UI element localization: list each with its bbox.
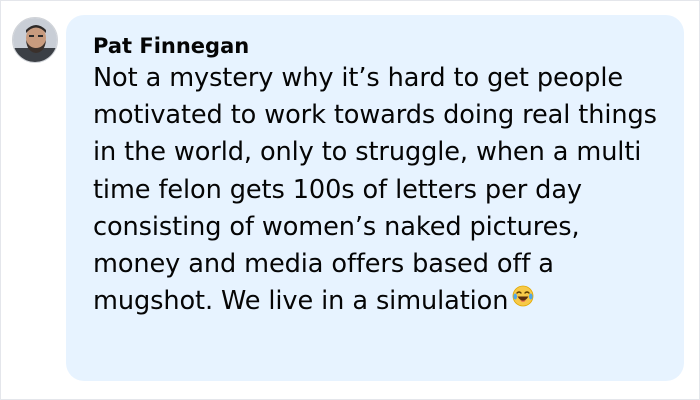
laughing-with-tears-icon <box>512 281 534 318</box>
comment-text: Not a mystery why it’s hard to get peopl… <box>93 63 657 317</box>
comment-author[interactable]: Pat Finnegan <box>93 31 662 61</box>
avatar-photo-icon <box>13 18 57 62</box>
comment-bubble: Pat Finnegan Not a mystery why it’s hard… <box>66 15 684 381</box>
comment-text-container: Not a mystery why it’s hard to get peopl… <box>93 60 662 321</box>
avatar[interactable] <box>12 17 58 63</box>
